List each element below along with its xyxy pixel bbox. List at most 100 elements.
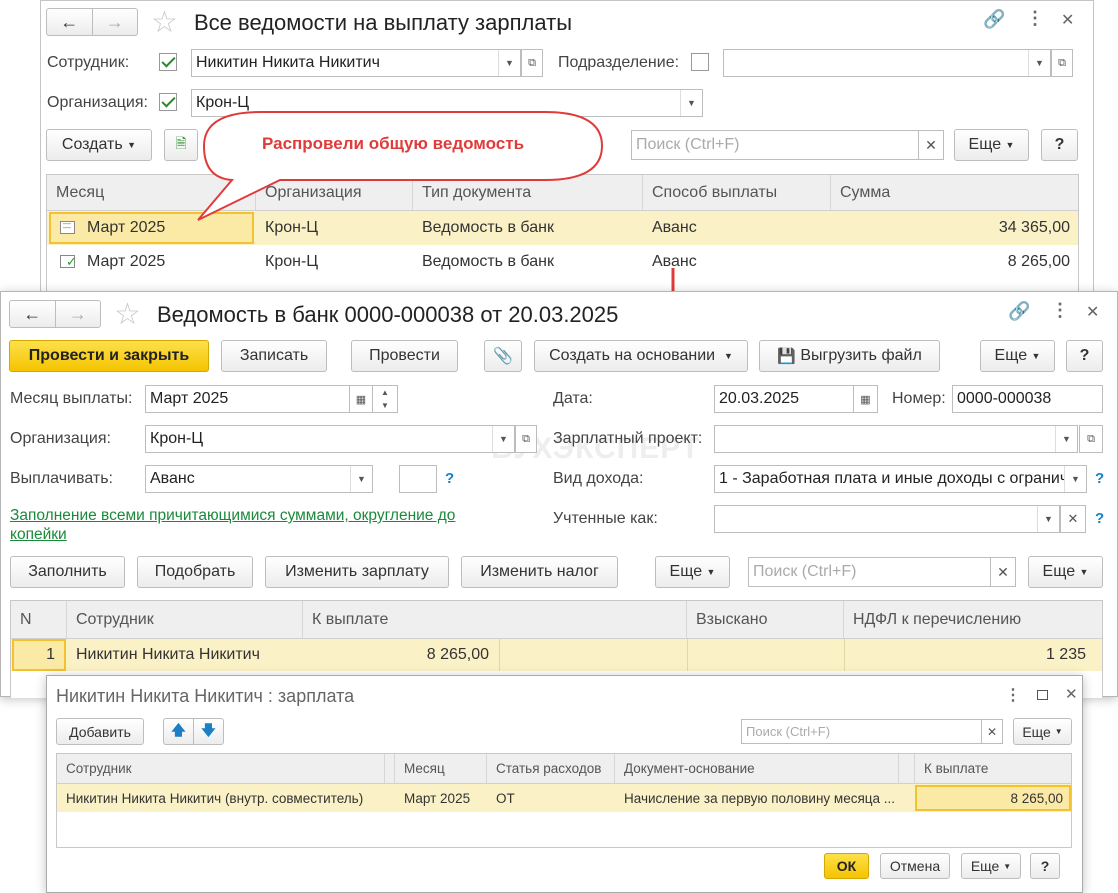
chevron-down-icon[interactable]: ▼ [680,90,702,116]
arrow-down-icon[interactable]: 🡇 [193,719,223,744]
org-label: Организация: [47,94,148,111]
more-button[interactable]: Еще ▼ [954,129,1029,161]
more-button[interactable]: Еще ▼ [655,556,730,588]
search-input[interactable]: Поиск (Ctrl+F) [741,719,982,744]
help-button[interactable]: ? [1041,129,1078,161]
more-vertical-icon[interactable]: ⋮ [1026,8,1044,29]
date-field[interactable]: 20.03.2025 [714,385,854,413]
save-button[interactable]: Записать [221,340,327,372]
open-icon[interactable]: ⧉ [1051,49,1073,77]
favorite-star-icon[interactable]: ☆ [114,297,141,332]
export-file-button[interactable]: 💾 Выгрузить файл [759,340,940,372]
close-icon[interactable]: ✕ [1086,302,1099,322]
percent-field[interactable] [399,465,437,493]
help-button[interactable]: ? [1030,853,1060,879]
chevron-down-icon[interactable]: ▼ [498,50,520,76]
department-checkbox[interactable] [691,53,709,71]
counted-field[interactable]: ▼ [714,505,1060,533]
add-button[interactable]: Добавить [56,718,144,745]
more-button[interactable]: Еще ▼ [961,853,1021,879]
clear-search-icon[interactable]: ✕ [918,130,944,160]
help-icon[interactable]: ? [1095,470,1104,487]
table-row[interactable]: ✓ Март 2025 Крон-Ц Ведомость в банк Аван… [47,245,1078,279]
month-field[interactable]: Март 2025 [145,385,373,413]
open-icon[interactable]: ⧉ [515,425,537,453]
doc-icon: — — [60,220,75,234]
col-employee[interactable]: Сотрудник [57,754,385,783]
create-button[interactable]: Создать ▼ [46,129,152,161]
chevron-down-icon[interactable]: ▼ [492,426,514,452]
more-button[interactable]: Еще ▼ [1028,556,1103,588]
close-icon[interactable]: ✕ [1061,10,1074,30]
col-pay[interactable]: К выплате [915,754,1071,783]
post-and-close-button[interactable]: Провести и закрыть [9,340,209,372]
help-button[interactable]: ? [1066,340,1103,372]
create-based-button[interactable]: Создать на основании ▼ [534,340,748,372]
link-icon[interactable]: 🔗 [983,9,1005,30]
chevron-down-icon[interactable]: ▼ [1028,50,1050,76]
col-article[interactable]: Статья расходов [487,754,615,783]
chevron-down-icon[interactable]: ▼ [1037,506,1059,532]
search-input[interactable]: Поиск (Ctrl+F) [631,130,919,160]
month-stepper[interactable]: ▲ ▼ [372,385,398,413]
employee-field[interactable]: Никитин Никита Никитич ▼ [191,49,521,77]
income-field[interactable]: 1 - Заработная плата и иные доходы с огр… [714,465,1087,493]
org-checkbox[interactable] [159,93,177,111]
cancel-button[interactable]: Отмена [880,853,950,879]
ok-button[interactable]: ОК [824,853,869,879]
col-withheld[interactable]: Взыскано [687,601,844,638]
col-method[interactable]: Способ выплаты [643,175,831,210]
col-ndfl[interactable]: НДФЛ к перечислению [844,601,1102,638]
col-doc[interactable]: Документ-основание [615,754,899,783]
calendar-icon[interactable]: ▦ [853,385,878,413]
arrow-up-icon[interactable]: 🡅 [164,719,193,744]
more-button[interactable]: Еще ▼ [1013,718,1072,745]
number-field[interactable]: 0000-000038 [952,385,1103,413]
back-arrow-icon[interactable]: ← [10,301,55,327]
chevron-down-icon[interactable]: ▼ [1064,466,1086,492]
more-vertical-icon[interactable]: ⋮ [1051,300,1069,321]
change-salary-button[interactable]: Изменить зарплату [265,556,449,588]
forward-arrow-icon[interactable]: → [91,9,138,35]
pick-button[interactable]: Подобрать [137,556,253,588]
chevron-down-icon[interactable]: ▼ [1055,426,1077,452]
fill-button[interactable]: Заполнить [10,556,125,588]
attach-icon[interactable]: 📎 [484,340,522,372]
search-input[interactable]: Поиск (Ctrl+F) [748,557,991,587]
post-button[interactable]: Провести [351,340,458,372]
back-arrow-icon[interactable]: ← [47,9,92,35]
fill-mode-link[interactable]: Заполнение всеми причитающимися суммами,… [10,506,510,544]
open-icon[interactable]: ⧉ [521,49,543,77]
more-button[interactable]: Еще ▼ [980,340,1055,372]
move-buttons[interactable]: 🡅 🡇 [163,718,224,745]
calendar-icon[interactable]: ▦ [349,385,373,413]
col-n[interactable]: N [11,601,67,638]
favorite-star-icon[interactable]: ☆ [151,5,178,40]
help-icon[interactable]: ? [445,470,454,487]
col-employee[interactable]: Сотрудник [67,601,303,638]
forward-arrow-icon[interactable]: → [54,301,101,327]
clear-search-icon[interactable]: ✕ [990,557,1016,587]
chevron-down-icon[interactable]: ▼ [350,466,372,492]
help-icon[interactable]: ? [1095,510,1104,527]
col-sum[interactable]: Сумма [831,175,1078,210]
table-row[interactable]: Никитин Никита Никитич (внутр. совместит… [57,784,1071,812]
table-row[interactable]: 1 Никитин Никита Никитич 8 265,00 1 235 [11,639,1102,671]
close-icon[interactable]: ✕ [1065,685,1078,703]
col-pay[interactable]: К выплате [303,601,687,638]
open-icon[interactable]: ⧉ [1079,425,1103,453]
clear-search-icon[interactable]: ✕ [981,719,1003,744]
employee-checkbox[interactable] [159,53,177,71]
change-tax-button[interactable]: Изменить налог [461,556,618,588]
salary-project-field[interactable]: ▼ [714,425,1078,453]
nav-buttons[interactable]: ← → [9,300,101,328]
link-icon[interactable]: 🔗 [1008,301,1030,322]
more-vertical-icon[interactable]: ⋮ [1005,685,1021,705]
org-field[interactable]: Крон-Ц ▼ [145,425,515,453]
maximize-icon[interactable] [1037,690,1048,700]
clear-icon[interactable]: ✕ [1060,505,1086,533]
pay-field[interactable]: Аванс ▼ [145,465,373,493]
col-month[interactable]: Месяц [395,754,487,783]
nav-buttons[interactable]: ← → [46,8,138,36]
department-field[interactable]: ▼ [723,49,1051,77]
